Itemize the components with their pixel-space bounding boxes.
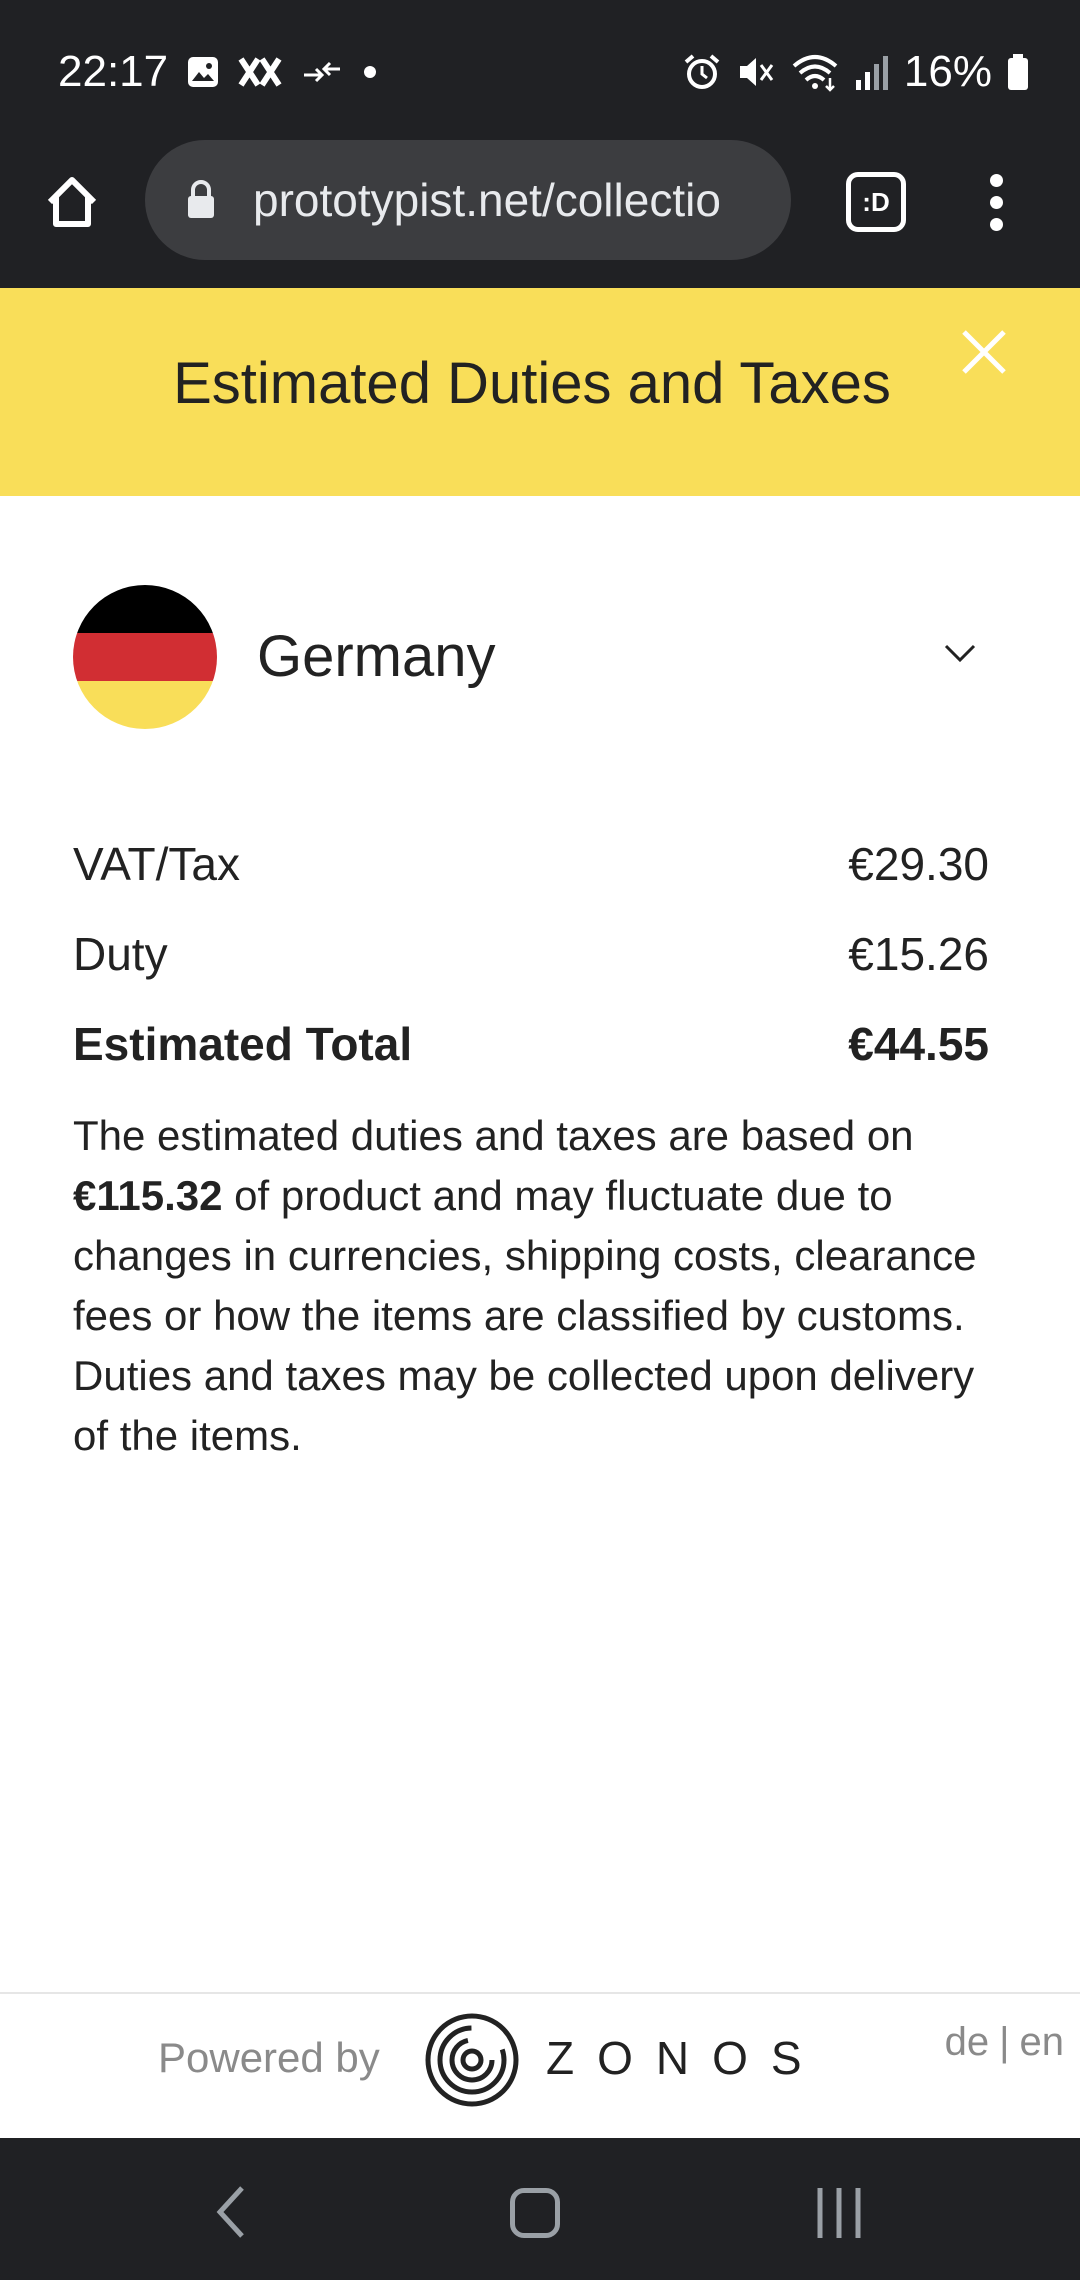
status-time: 22:17: [58, 47, 169, 96]
wifi-icon: [792, 55, 838, 92]
status-bar: 22:17 16%: [0, 0, 1080, 140]
signal-icon: [855, 56, 888, 90]
overflow-menu-button[interactable]: [966, 166, 1026, 238]
mute-icon: [739, 58, 774, 86]
vat-label: VAT/Tax: [73, 838, 240, 890]
product-amount: €115.32: [73, 1172, 223, 1219]
vat-row: VAT/Tax €29.30: [73, 834, 989, 894]
powered-by-text: Powered by: [158, 2034, 380, 2081]
lang-en-link[interactable]: en: [1020, 2016, 1065, 2068]
language-switcher: de | en: [945, 2016, 1064, 2068]
lang-de-link[interactable]: de: [945, 2016, 990, 2068]
lock-icon: [188, 180, 214, 218]
flag-stripe-black: [73, 585, 217, 633]
menu-dot: [989, 195, 1003, 209]
home-button[interactable]: [36, 166, 108, 238]
close-icon[interactable]: [956, 324, 1012, 380]
disclaimer-text: The estimated duties and taxes are based…: [73, 1106, 1003, 1466]
flag-stripe-red: [73, 633, 217, 681]
battery-percent: 16%: [903, 47, 992, 96]
recents-icon[interactable]: [814, 2184, 864, 2242]
url-text[interactable]: prototypist.net/collectio: [253, 172, 773, 228]
lang-separator: |: [999, 2020, 1010, 2064]
battery-icon: [1008, 54, 1028, 90]
footer: Powered by ZONOS de | en: [0, 1992, 1080, 2138]
flag-stripe-gold: [73, 681, 217, 729]
disclaimer-before: The estimated duties and taxes are based…: [73, 1112, 914, 1159]
home-icon: [47, 177, 97, 227]
back-icon[interactable]: [210, 2182, 250, 2242]
image-icon: [188, 57, 218, 87]
total-value: €44.55: [848, 1018, 989, 1070]
system-nav-bar: [0, 2138, 1080, 2280]
browser-toolbar: prototypist.net/collectio :D: [0, 140, 1080, 288]
tab-switcher-button[interactable]: :D: [846, 172, 906, 232]
address-bar[interactable]: prototypist.net/collectio: [145, 140, 791, 260]
duty-label: Duty: [73, 928, 168, 980]
duty-row: Duty €15.26: [73, 924, 989, 984]
status-right: 16%: [682, 44, 1030, 100]
menu-dot: [989, 217, 1003, 231]
vat-value: €29.30: [848, 838, 989, 890]
dot-icon: [364, 66, 376, 78]
xx-icon: [238, 57, 282, 87]
country-selector[interactable]: Germany: [73, 585, 1000, 729]
data-transfer-icon: [304, 61, 340, 83]
home-nav-button[interactable]: [510, 2188, 560, 2238]
zonos-logo-icon[interactable]: [424, 2012, 520, 2108]
zonos-wordmark[interactable]: ZONOS: [546, 2028, 825, 2088]
duty-value: €15.26: [848, 928, 989, 980]
chevron-down-icon[interactable]: [943, 641, 977, 665]
modal-header: Estimated Duties and Taxes: [0, 288, 1080, 496]
country-name: Germany: [257, 624, 496, 689]
alarm-icon: [684, 54, 720, 89]
germany-flag-icon: [73, 585, 217, 729]
total-label: Estimated Total: [73, 1018, 413, 1070]
total-row: Estimated Total €44.55: [73, 1014, 989, 1074]
status-left-icons: [186, 48, 380, 96]
menu-dot: [989, 173, 1003, 187]
modal-title: Estimated Duties and Taxes: [173, 351, 891, 416]
